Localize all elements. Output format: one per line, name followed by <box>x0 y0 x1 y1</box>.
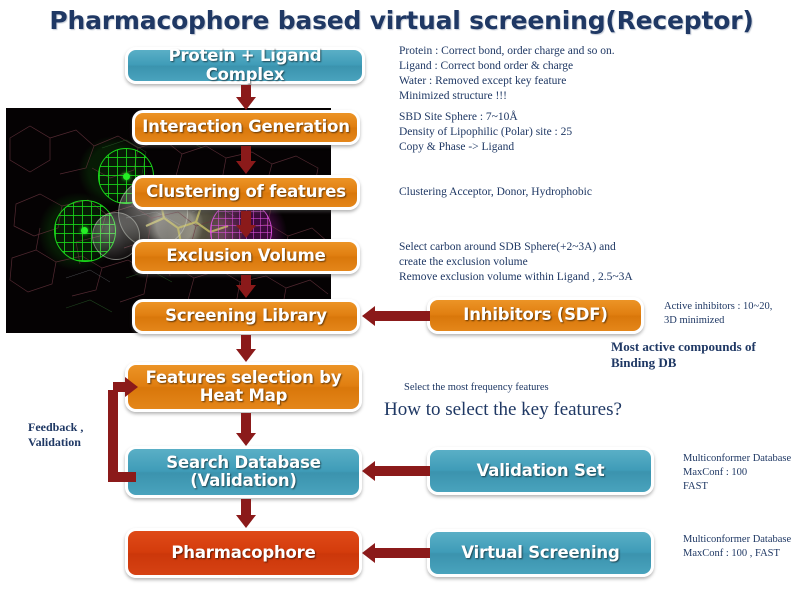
note-exclusion-volume: Select carbon around SDB Sphere(+2~3A) a… <box>399 241 633 283</box>
node-protein-ligand-complex[interactable]: Protein + Ligand Complex <box>125 46 365 84</box>
note-clustering: Clustering Acceptor, Donor, Hydrophobic <box>399 186 592 198</box>
slide-canvas: Pharmacophore based virtual screening(Re… <box>0 0 803 591</box>
node-search-database-validation[interactable]: Search Database (Validation) <box>125 446 362 498</box>
node-features-selection-heat-map[interactable]: Features selection by Heat Map <box>125 362 362 412</box>
arrow-complex-to-interaction <box>236 85 256 110</box>
note-protein-ligand-complex: Protein : Correct bond, order charge and… <box>399 45 615 102</box>
note-virtual-screening: Multiconformer Database MaxConf : 100 , … <box>683 534 792 559</box>
arrow-screening-library-to-features <box>236 335 256 363</box>
node-validation-set[interactable]: Validation Set <box>427 447 654 495</box>
arrow-inhibitors-to-screening-library <box>362 306 430 326</box>
page-title: Pharmacophore based virtual screening(Re… <box>49 6 754 35</box>
node-inhibitors-sdf[interactable]: Inhibitors (SDF) <box>427 297 644 334</box>
note-interaction-generation: SBD Site Sphere : 7~10Å Density of Lipop… <box>399 111 573 153</box>
arrow-features-to-search-database <box>236 413 256 447</box>
arrow-exclusion-to-screening-library <box>236 275 256 299</box>
node-clustering-of-features[interactable]: Clustering of features <box>132 175 360 210</box>
node-screening-library[interactable]: Screening Library <box>132 299 360 334</box>
arrow-virtual-screening-to-pharmacophore <box>362 543 430 563</box>
note-binding-db: Most active compounds of Binding DB <box>611 339 756 370</box>
arrow-search-database-to-pharmacophore <box>236 499 256 529</box>
note-features-selection: Select the most frequency features <box>404 382 549 393</box>
note-inhibitors: Active inhibitors : 10~20, 3D minimized <box>664 301 773 326</box>
arrow-clustering-to-exclusion <box>236 211 256 239</box>
note-key-features-question: How to select the key features? <box>384 399 622 420</box>
note-validation-set: Multiconformer Database MaxConf : 100 FA… <box>683 453 792 492</box>
node-exclusion-volume[interactable]: Exclusion Volume <box>132 239 360 274</box>
arrow-validation-set-to-search-database <box>362 461 430 481</box>
arrow-interaction-to-clustering <box>236 146 256 175</box>
node-pharmacophore[interactable]: Pharmacophore <box>125 528 362 578</box>
note-feedback-validation: Feedback , Validation <box>28 420 84 449</box>
node-virtual-screening[interactable]: Virtual Screening <box>427 529 654 577</box>
node-interaction-generation[interactable]: Interaction Generation <box>132 110 360 145</box>
